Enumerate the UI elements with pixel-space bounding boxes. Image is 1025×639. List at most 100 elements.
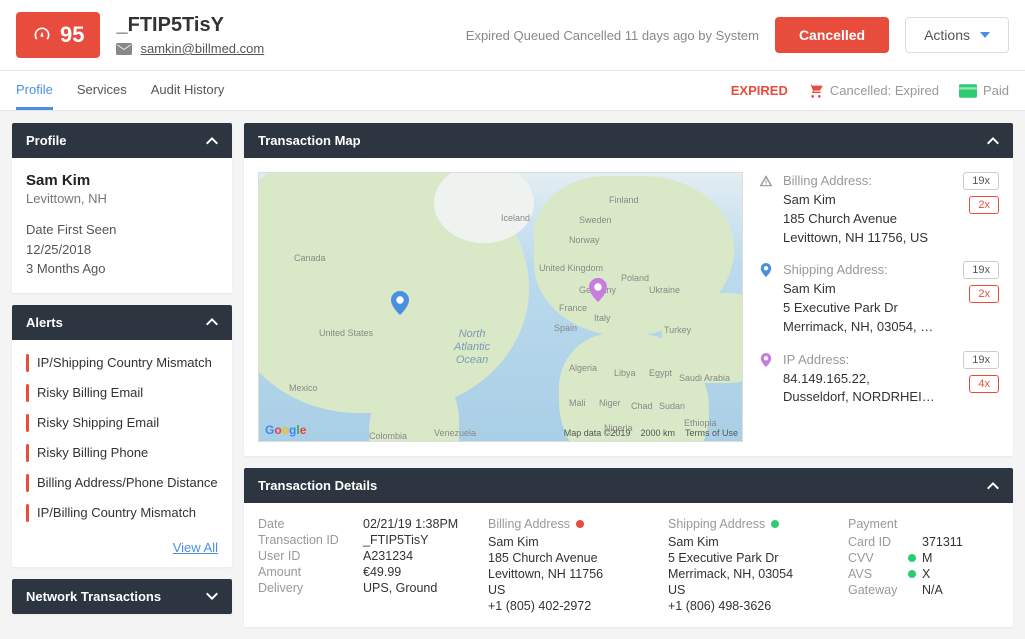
tabs-row: Profile Services Audit History EXPIRED C… <box>0 71 1025 111</box>
details-billing: Billing Address Sam Kim 185 Church Avenu… <box>488 517 648 613</box>
billing-address-badges: 19x 2x <box>963 172 999 247</box>
profile-panel-header[interactable]: Profile <box>12 123 232 158</box>
view-all-link[interactable]: View All <box>173 540 218 555</box>
date-first-seen-label: Date First Seen <box>26 220 218 240</box>
tab-audit-history[interactable]: Audit History <box>151 72 225 110</box>
right-column: Transaction Map Iceland Finland Sweden N… <box>244 123 1013 627</box>
billing-address-text: Billing Address: Sam Kim 185 Church Aven… <box>783 172 955 247</box>
status-dot-red <box>576 520 584 528</box>
transaction-map-body: Iceland Finland Sweden Norway United Kin… <box>244 158 1013 456</box>
tabs-left: Profile Services Audit History <box>16 72 731 110</box>
alert-item[interactable]: IP/Shipping Country Mismatch <box>12 348 232 378</box>
left-column: Profile Sam Kim Levittown, NH Date First… <box>12 123 232 627</box>
risk-count-badge[interactable]: 2x <box>969 196 999 214</box>
ocean-label: North Atlantic Ocean <box>454 328 490 368</box>
profile-meta: Date First Seen 12/25/2018 3 Months Ago <box>26 220 218 279</box>
header-main: _FTIP5TisY samkin@billmed.com <box>116 14 449 56</box>
cancelled-button[interactable]: Cancelled <box>775 17 889 53</box>
page-title: _FTIP5TisY <box>116 14 449 37</box>
chevron-up-icon <box>206 316 218 328</box>
cancelled-expired-tag: Cancelled: Expired <box>808 83 939 99</box>
payment-heading: Payment <box>848 517 999 531</box>
status-dot-green <box>908 570 916 578</box>
transaction-details-body: Date Transaction ID User ID Amount Deliv… <box>244 503 1013 627</box>
count-badge[interactable]: 19x <box>963 261 999 279</box>
pin-purple-icon <box>759 353 775 408</box>
email-link[interactable]: samkin@billmed.com <box>140 41 264 56</box>
tab-profile[interactable]: Profile <box>16 72 53 110</box>
map-pin-shipping[interactable] <box>391 291 409 315</box>
details-meta-values: 02/21/19 1:38PM _FTIP5TisY A231234 €49.9… <box>363 517 468 613</box>
date-first-seen-value: 12/25/2018 <box>26 240 218 260</box>
chevron-up-icon <box>206 135 218 147</box>
alerts-panel: Alerts IP/Shipping Country Mismatch Risk… <box>12 305 232 567</box>
count-badge[interactable]: 19x <box>963 351 999 369</box>
count-badge[interactable]: 19x <box>963 172 999 190</box>
landmass <box>662 293 743 383</box>
gauge-icon <box>32 25 52 45</box>
alert-item[interactable]: Billing Address/Phone Distance <box>12 468 232 498</box>
chevron-up-icon <box>987 135 999 147</box>
alert-item[interactable]: IP/Billing Country Mismatch <box>12 498 232 528</box>
card-icon <box>959 84 977 98</box>
alerts-panel-header[interactable]: Alerts <box>12 305 232 340</box>
profile-panel-body: Sam Kim Levittown, NH Date First Seen 12… <box>12 158 232 293</box>
profile-location: Levittown, NH <box>26 191 218 206</box>
view-all-row: View All <box>12 536 232 567</box>
risk-count-badge[interactable]: 4x <box>969 375 999 393</box>
actions-dropdown[interactable]: Actions <box>905 17 1009 53</box>
profile-panel: Profile Sam Kim Levittown, NH Date First… <box>12 123 232 293</box>
network-transactions-header[interactable]: Network Transactions <box>12 579 232 614</box>
cart-icon <box>808 83 824 99</box>
risk-count-badge[interactable]: 2x <box>969 285 999 303</box>
shipping-address-block: Shipping Address: Sam Kim 5 Executive Pa… <box>759 261 999 336</box>
alert-item[interactable]: Risky Shipping Email <box>12 408 232 438</box>
profile-name: Sam Kim <box>26 172 218 189</box>
map-canvas[interactable]: Iceland Finland Sweden Norway United Kin… <box>258 172 743 442</box>
risk-score-badge: 95 <box>16 12 100 58</box>
alerts-list: IP/Shipping Country Mismatch Risky Billi… <box>12 340 232 536</box>
map-attribution: Map data ©2019 2000 km Terms of Use <box>564 428 738 438</box>
map-pin-ip[interactable] <box>589 278 607 302</box>
transaction-details-header[interactable]: Transaction Details <box>244 468 1013 503</box>
chevron-down-icon <box>206 590 218 602</box>
network-transactions-panel: Network Transactions <box>12 579 232 614</box>
caret-down-icon <box>980 30 990 40</box>
alert-item[interactable]: Risky Billing Email <box>12 378 232 408</box>
warning-icon <box>759 174 775 247</box>
address-sidebar: Billing Address: Sam Kim 185 Church Aven… <box>759 172 999 442</box>
date-ago: 3 Months Ago <box>26 259 218 279</box>
billing-address-block: Billing Address: Sam Kim 185 Church Aven… <box>759 172 999 247</box>
tab-services[interactable]: Services <box>77 72 127 110</box>
transaction-map-header[interactable]: Transaction Map <box>244 123 1013 158</box>
risk-score-value: 95 <box>60 22 84 48</box>
tabs-right: EXPIRED Cancelled: Expired Paid <box>731 83 1009 99</box>
details-payment: Payment Card ID371311 CVVM AVSX GatewayN… <box>848 517 999 613</box>
payment-grid: Card ID371311 CVVM AVSX GatewayN/A <box>848 535 999 597</box>
status-dot-green <box>908 554 916 562</box>
expired-tag: EXPIRED <box>731 83 788 98</box>
header-email-row: samkin@billmed.com <box>116 41 449 56</box>
ip-address-block: IP Address: 84.149.165.22, Dusseldorf, N… <box>759 351 999 408</box>
details-meta-labels: Date Transaction ID User ID Amount Deliv… <box>258 517 343 613</box>
transaction-map-panel: Transaction Map Iceland Finland Sweden N… <box>244 123 1013 456</box>
envelope-icon <box>116 42 132 56</box>
google-logo: Google <box>265 423 306 437</box>
shipping-address-badges: 19x 2x <box>963 261 999 336</box>
ip-address-text: IP Address: 84.149.165.22, Dusseldorf, N… <box>783 351 955 408</box>
alert-item[interactable]: Risky Billing Phone <box>12 438 232 468</box>
pin-blue-icon <box>759 263 775 336</box>
status-dot-green <box>771 520 779 528</box>
content: Profile Sam Kim Levittown, NH Date First… <box>0 111 1025 639</box>
header-status-text: Expired Queued Cancelled 11 days ago by … <box>466 28 759 43</box>
details-shipping: Shipping Address Sam Kim 5 Executive Par… <box>668 517 828 613</box>
transaction-details-panel: Transaction Details Date Transaction ID … <box>244 468 1013 627</box>
shipping-heading: Shipping Address <box>668 517 828 531</box>
paid-tag: Paid <box>959 83 1009 98</box>
actions-label: Actions <box>924 27 970 43</box>
page-header: 95 _FTIP5TisY samkin@billmed.com Expired… <box>0 0 1025 71</box>
billing-heading: Billing Address <box>488 517 648 531</box>
ip-address-badges: 19x 4x <box>963 351 999 408</box>
shipping-address-text: Shipping Address: Sam Kim 5 Executive Pa… <box>783 261 955 336</box>
chevron-up-icon <box>987 480 999 492</box>
